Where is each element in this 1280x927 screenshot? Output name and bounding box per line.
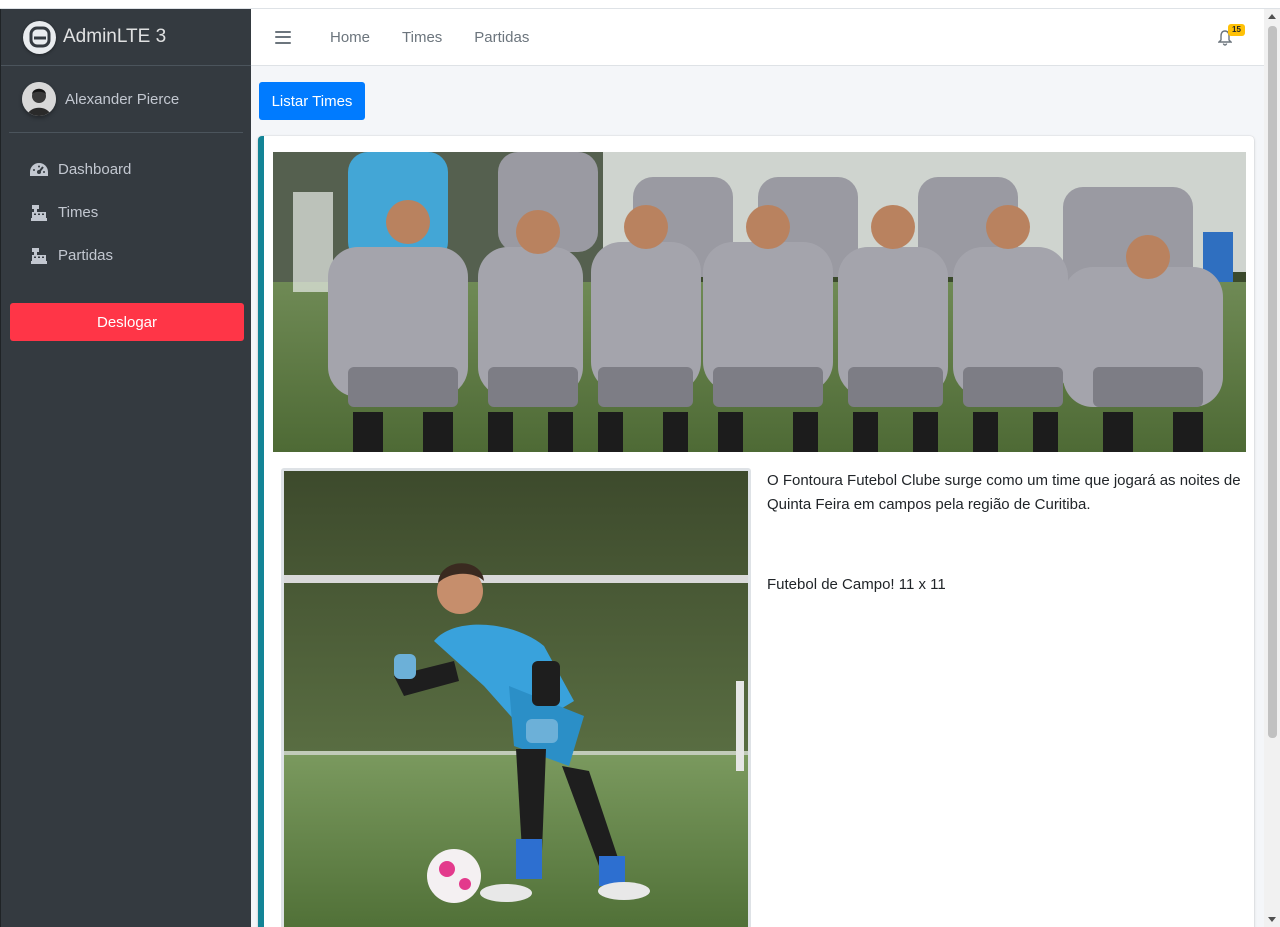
cash-register-icon [28, 203, 50, 223]
notifications-button[interactable]: 15 [1218, 24, 1245, 46]
user-avatar [22, 82, 56, 116]
sidebar-item-label: Dashboard [58, 161, 132, 178]
notification-count-badge: 15 [1228, 24, 1245, 36]
top-navbar: Home Times Partidas 15 [251, 9, 1264, 66]
brand-link[interactable]: AdminLTE 3 [1, 9, 251, 66]
user-name: Alexander Pierce [65, 90, 180, 108]
scrollbar-thumb[interactable] [1268, 26, 1277, 738]
sidebar-item-times[interactable]: Times [9, 191, 243, 234]
cash-register-icon [28, 246, 50, 266]
goalkeeper-photo [281, 468, 751, 927]
tachometer-icon [28, 160, 50, 180]
scroll-up-icon[interactable] [1268, 14, 1276, 19]
sidebar-item-label: Partidas [58, 247, 114, 264]
menu-toggle-icon[interactable] [275, 30, 291, 44]
team-description-text: O Fontoura Futebol Clube surge como um t… [767, 472, 1241, 513]
main-sidebar: AdminLTE 3 Alexander Pierce Dashboard Ti… [0, 9, 251, 927]
sidebar-item-dashboard[interactable]: Dashboard [9, 148, 243, 191]
sidebar-nav: Dashboard Times Partidas [1, 148, 251, 277]
navbar-link-partidas[interactable]: Partidas [474, 29, 529, 46]
logout-button[interactable]: Deslogar [10, 303, 244, 341]
brand-title: AdminLTE 3 [63, 26, 167, 47]
browser-top-strip [0, 0, 1280, 9]
list-teams-button[interactable]: Listar Times [259, 82, 365, 120]
scroll-down-icon[interactable] [1268, 917, 1276, 922]
sidebar-item-partidas[interactable]: Partidas [9, 234, 243, 277]
navbar-link-home[interactable]: Home [330, 29, 370, 46]
user-panel[interactable]: Alexander Pierce [9, 66, 243, 133]
content-wrapper: Listar Times O Fontoura Futebol Clube su… [251, 66, 1264, 927]
team-description: O Fontoura Futebol Clube surge como um t… [767, 469, 1247, 597]
navbar-link-times[interactable]: Times [402, 29, 442, 46]
team-photo [273, 152, 1246, 452]
sidebar-item-label: Times [58, 204, 99, 221]
team-card: O Fontoura Futebol Clube surge como um t… [258, 136, 1254, 927]
page-scrollbar[interactable] [1264, 9, 1280, 927]
adminlte-logo-icon [23, 20, 56, 54]
team-format-text: Futebol de Campo! 11 x 11 [767, 576, 946, 593]
